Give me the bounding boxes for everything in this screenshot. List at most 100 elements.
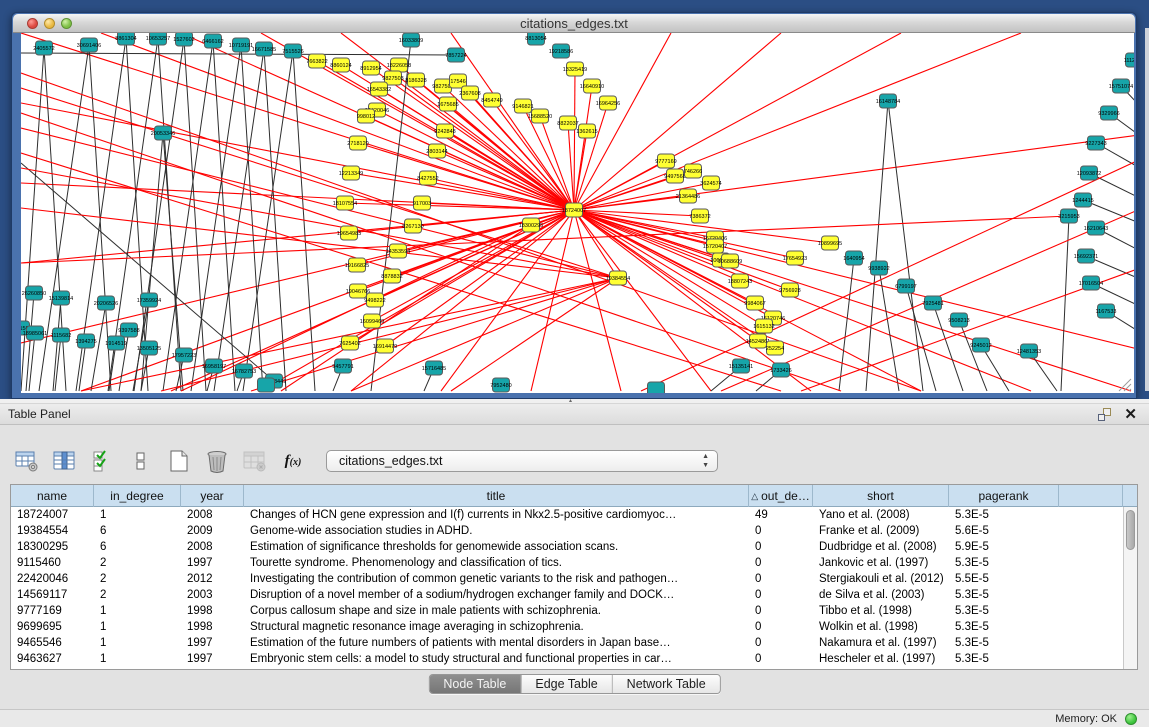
- graph-node[interactable]: 1527602: [173, 33, 194, 46]
- select-columns-icon[interactable]: [90, 448, 116, 474]
- column-header-name[interactable]: name: [11, 485, 94, 507]
- graph-node[interactable]: 17359924: [137, 293, 161, 307]
- graph-node[interactable]: 16099469: [360, 314, 384, 328]
- graph-node[interactable]: 8861304: [115, 33, 136, 45]
- graph-node[interactable]: 17957223: [172, 348, 196, 362]
- column-header-pagerank[interactable]: pagerank: [949, 485, 1059, 507]
- graph-node[interactable]: 1914519: [105, 336, 126, 350]
- float-panel-icon[interactable]: [1098, 408, 1111, 421]
- graph-node[interactable]: 9245012: [970, 338, 991, 352]
- graph-node[interactable]: 3624574: [700, 176, 721, 190]
- graph-node[interactable]: 18300295: [519, 218, 543, 232]
- graph-node[interactable]: 18724007: [562, 203, 586, 217]
- graph-node[interactable]: 7515526: [282, 44, 303, 58]
- table-row[interactable]: 1830029562008Estimation of significance …: [11, 539, 1123, 555]
- graph-node[interactable]: 9227343: [1085, 136, 1106, 150]
- graph-node[interactable]: 2405572: [33, 41, 54, 55]
- graph-node[interactable]: 13325419: [563, 62, 587, 76]
- graph-node[interactable]: 12093872: [1077, 166, 1101, 180]
- graph-node[interactable]: 18985061: [23, 326, 47, 340]
- table-row[interactable]: 969969511998Structural magnetic resonanc…: [11, 619, 1123, 635]
- graph-node[interactable]: 998012: [357, 109, 375, 123]
- graph-node[interactable]: 8454749: [481, 93, 502, 107]
- column-header-out_de…[interactable]: △out_de…: [749, 485, 813, 507]
- graph-node[interactable]: 15716485: [422, 361, 446, 375]
- table-row[interactable]: 977716911998Corpus callosum shape and si…: [11, 603, 1123, 619]
- graph-node[interactable]: 10899695: [818, 236, 842, 250]
- graph-node[interactable]: 1167533: [1095, 304, 1116, 318]
- graph-node[interactable]: 15688520: [528, 109, 552, 123]
- table-row[interactable]: 946362711997Embryonic stem cells: a mode…: [11, 651, 1123, 667]
- graph-node[interactable]: 26260850: [22, 286, 46, 300]
- graph-node[interactable]: 9146821: [512, 99, 533, 113]
- graph-node[interactable]: 9457791: [332, 359, 353, 373]
- table-settings-icon[interactable]: [14, 448, 40, 474]
- window-titlebar[interactable]: citations_edges.txt: [13, 14, 1135, 33]
- graph-node[interactable]: 14353594: [386, 244, 410, 258]
- graph-node[interactable]: 7857224: [445, 48, 466, 62]
- new-table-icon[interactable]: [166, 448, 192, 474]
- table-body[interactable]: 1872400712008Changes of HCN gene express…: [11, 507, 1123, 669]
- graph-node[interactable]: 20206526: [94, 296, 118, 310]
- graph-node[interactable]: 16148784: [876, 94, 900, 108]
- graph-node[interactable]: 16782753: [232, 364, 256, 378]
- graph-node[interactable]: 8813054: [525, 33, 546, 45]
- graph-node[interactable]: 2367608: [459, 86, 480, 100]
- graph-node[interactable]: 15751074: [1109, 79, 1133, 93]
- graph-node[interactable]: 1733426: [770, 363, 791, 377]
- graph-node[interactable]: 1675685: [437, 97, 458, 111]
- graph-node[interactable]: 15692371: [1074, 249, 1098, 263]
- graph-node[interactable]: 20053346: [151, 126, 175, 140]
- column-header-short[interactable]: short: [813, 485, 949, 507]
- table-row[interactable]: 1938455462009Genome-wide association stu…: [11, 523, 1123, 539]
- graph-node[interactable]: 917003: [413, 196, 431, 210]
- graph-node[interactable]: 1115682: [51, 328, 72, 342]
- graph-node[interactable]: 9242848: [434, 124, 455, 138]
- graph-node[interactable]: 10719191: [229, 38, 253, 52]
- graph-node[interactable]: 1615132: [753, 319, 774, 333]
- graph-node[interactable]: 1244415: [1072, 193, 1093, 207]
- graph-node[interactable]: 13505125: [137, 341, 161, 355]
- graph-node[interactable]: 1112549: [1124, 53, 1134, 67]
- graph-node[interactable]: 252254: [766, 341, 784, 355]
- graph-node[interactable]: 8186328: [405, 73, 426, 87]
- graph-node[interactable]: 18107554: [333, 196, 357, 210]
- table-row[interactable]: 1456911722003Disruption of a novel membe…: [11, 587, 1123, 603]
- table-row[interactable]: 911546021997Tourette syndrome. Phenomeno…: [11, 555, 1123, 571]
- function-builder-icon[interactable]: f(x): [280, 448, 306, 474]
- column-header-year[interactable]: year: [181, 485, 244, 507]
- graph-node[interactable]: 12213349: [339, 166, 363, 180]
- graph-node[interactable]: 2803144: [426, 144, 447, 158]
- graph-node[interactable]: 16914479: [373, 339, 397, 353]
- graph-node[interactable]: 8267130: [402, 219, 423, 233]
- column-header-title[interactable]: title: [244, 485, 749, 507]
- network-canvas[interactable]: 7663822886012489129541822605898275031654…: [21, 33, 1134, 393]
- table-row[interactable]: 1872400712008Changes of HCN gene express…: [11, 507, 1123, 523]
- graph-node[interactable]: 18807243: [728, 274, 752, 288]
- graph-node[interactable]: 16640910: [580, 79, 604, 93]
- graph-node[interactable]: 8822037: [557, 116, 578, 130]
- graph-node[interactable]: 16543382: [367, 82, 391, 96]
- graph-node[interactable]: 16210643: [1084, 221, 1108, 235]
- graph-node[interactable]: 3215953: [1058, 209, 1079, 223]
- graph-node[interactable]: 6466162: [202, 34, 223, 48]
- graph-node[interactable]: 8878832: [381, 269, 402, 283]
- graph-node[interactable]: 7952480: [490, 378, 511, 392]
- graph-node[interactable]: 9498222: [364, 293, 385, 307]
- column-header-filler[interactable]: [1059, 485, 1123, 507]
- graph-node[interactable]: 18226058: [387, 58, 411, 72]
- graph-node[interactable]: 9508213: [948, 313, 969, 327]
- graph-node[interactable]: 9397588: [118, 323, 139, 337]
- tab-edge-table[interactable]: Edge Table: [520, 675, 611, 693]
- delete-table-icon[interactable]: [204, 448, 230, 474]
- graph-node[interactable]: 17016504: [1079, 276, 1103, 290]
- graph-node[interactable]: 15139814: [49, 291, 73, 305]
- graph-node[interactable]: 10688609: [718, 254, 742, 268]
- graph-node[interactable]: 9497568: [664, 169, 685, 183]
- graph-node[interactable]: 16033809: [399, 33, 423, 47]
- graph-node[interactable]: 746266: [684, 164, 702, 178]
- scrollbar-thumb[interactable]: [1126, 510, 1135, 550]
- row-height-icon[interactable]: [128, 448, 154, 474]
- graph-node[interactable]: 17654923: [783, 251, 807, 265]
- graph-node[interactable]: 9756928: [779, 283, 800, 297]
